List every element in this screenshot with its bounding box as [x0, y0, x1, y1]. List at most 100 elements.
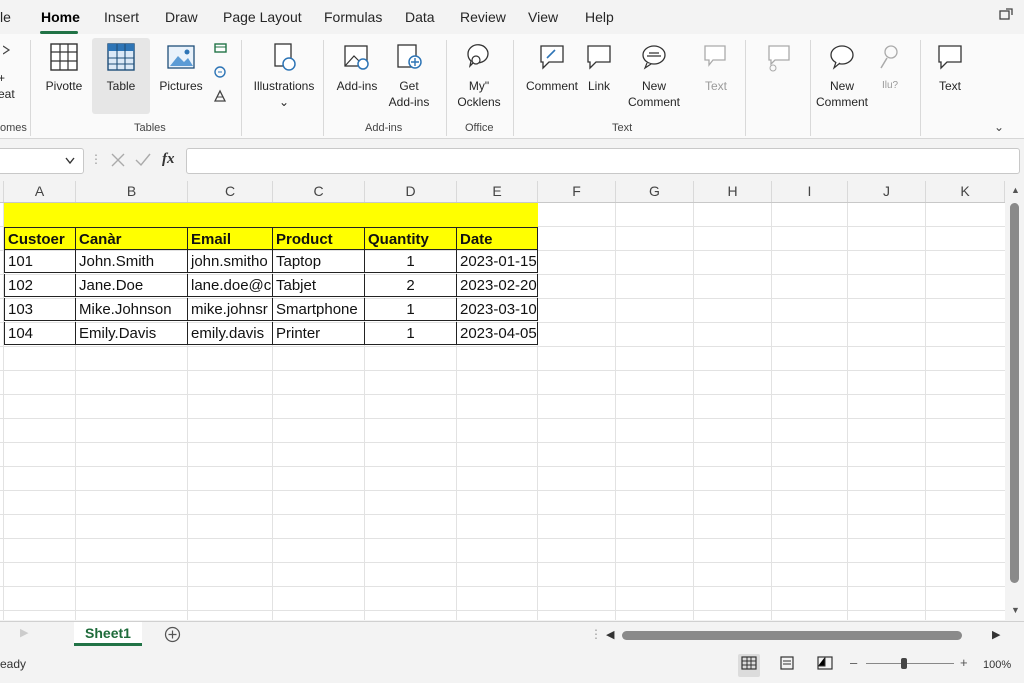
spreadsheet-grid[interactable]: Custoer Canàr Email Product Quantity Dat…: [0, 203, 1005, 620]
column-header[interactable]: A: [4, 181, 76, 202]
enter-icon[interactable]: [134, 152, 152, 173]
table-cell[interactable]: 101: [4, 250, 76, 273]
insert-function-button[interactable]: fx: [162, 151, 175, 168]
highlighted-title-row[interactable]: [4, 203, 538, 227]
pictures-button[interactable]: Pictures: [156, 42, 206, 94]
vertical-scroll-thumb[interactable]: [1010, 203, 1019, 583]
column-header[interactable]: C: [188, 181, 273, 202]
header-cell-quantity[interactable]: Quantity: [365, 227, 457, 250]
add-sheet-icon[interactable]: [164, 626, 181, 648]
table-button[interactable]: Table: [92, 38, 150, 114]
scroll-down-icon[interactable]: ▼: [1011, 605, 1020, 615]
accessibility-button[interactable]: Ilu?: [872, 42, 908, 94]
scroll-left-icon[interactable]: ◀: [606, 628, 614, 641]
header-cell-name[interactable]: Canàr: [76, 227, 188, 250]
menu-file[interactable]: le: [0, 9, 11, 25]
zoom-slider-thumb[interactable]: [901, 658, 907, 669]
header-cell-customer[interactable]: Custoer: [4, 227, 76, 250]
table-cell[interactable]: 2: [365, 274, 457, 297]
zoom-out-button[interactable]: –: [850, 655, 857, 670]
menu-help[interactable]: Help: [585, 9, 614, 25]
formula-input[interactable]: [186, 148, 1020, 174]
share-dim-button[interactable]: [758, 42, 798, 78]
zoom-in-button[interactable]: +: [960, 655, 968, 670]
table-cell[interactable]: Smartphone: [273, 298, 365, 321]
name-box[interactable]: [0, 148, 84, 174]
header-cell-product[interactable]: Product: [273, 227, 365, 250]
shapes-icon[interactable]: [213, 42, 229, 61]
models-icon[interactable]: [213, 89, 229, 108]
text-button[interactable]: Text: [930, 42, 970, 94]
new-comment-button[interactable]: New Comment: [624, 42, 684, 110]
column-header[interactable]: F: [538, 181, 616, 202]
new-comment-2-button[interactable]: New Comment: [814, 42, 870, 110]
column-header[interactable]: H: [694, 181, 772, 202]
table-cell[interactable]: Taptop: [273, 250, 365, 273]
table-cell[interactable]: 104: [4, 322, 76, 345]
menu-insert[interactable]: Insert: [104, 9, 139, 25]
menu-draw[interactable]: Draw: [165, 9, 198, 25]
column-header[interactable]: J: [848, 181, 926, 202]
page-break-view-icon[interactable]: [817, 656, 833, 675]
tab-scroll-next-icon[interactable]: ▶: [20, 626, 28, 639]
left-partial-button[interactable]: + eat: [0, 42, 20, 102]
horizontal-scroll-thumb[interactable]: [622, 631, 962, 640]
get-addins-button[interactable]: Get Add-ins: [386, 42, 432, 110]
column-header[interactable]: B: [76, 181, 188, 202]
collapse-ribbon-icon[interactable]: ⌄: [994, 120, 1004, 134]
menu-page-layout[interactable]: Page Layout: [223, 9, 302, 25]
menu-view[interactable]: View: [528, 9, 558, 25]
cancel-icon[interactable]: [110, 152, 126, 173]
menu-data[interactable]: Data: [405, 9, 435, 25]
table-cell[interactable]: John.Smith: [76, 250, 188, 273]
table-cell[interactable]: 1: [365, 322, 457, 345]
normal-view-icon[interactable]: [738, 654, 760, 677]
table-cell[interactable]: Mike.Johnson: [76, 298, 188, 321]
table-cell[interactable]: 2023-03-10: [457, 298, 538, 321]
link-button[interactable]: Link: [584, 42, 614, 94]
addins-button[interactable]: Add-ins: [332, 42, 382, 94]
table-cell[interactable]: 1: [365, 298, 457, 321]
table-cell[interactable]: 2023-02-20: [457, 274, 538, 297]
scroll-up-icon[interactable]: ▲: [1011, 185, 1020, 195]
table-cell[interactable]: Jane.Doe: [76, 274, 188, 297]
column-header[interactable]: I: [772, 181, 848, 202]
zoom-level[interactable]: 100%: [983, 659, 1011, 671]
ribbon-separator: [745, 40, 746, 136]
table-cell[interactable]: 2023-04-05: [457, 322, 538, 345]
menu-home[interactable]: Home: [41, 9, 80, 25]
tab-splitter-icon[interactable]: ⋮: [590, 627, 602, 641]
table-cell[interactable]: emily.davis: [188, 322, 273, 345]
header-cell-date[interactable]: Date: [457, 227, 538, 250]
table-cell[interactable]: mike.johnsr: [188, 298, 273, 321]
table-cell[interactable]: 2023-01-15: [457, 250, 538, 273]
table-cell[interactable]: lane.doe@c: [188, 274, 273, 297]
table-cell[interactable]: 1: [365, 250, 457, 273]
column-header[interactable]: C: [273, 181, 365, 202]
table-cell[interactable]: Emily.Davis: [76, 322, 188, 345]
column-header[interactable]: K: [926, 181, 1005, 202]
my-office-button[interactable]: My" Ocklens: [456, 42, 502, 110]
illustrations-button[interactable]: Illustrations ⌄: [252, 42, 316, 110]
comment-button[interactable]: Comment: [524, 42, 580, 94]
table-cell[interactable]: john.smitho: [188, 250, 273, 273]
menu-formulas[interactable]: Formulas: [324, 9, 382, 25]
column-header[interactable]: G: [616, 181, 694, 202]
zoom-slider-track[interactable]: [866, 663, 954, 664]
table-cell[interactable]: 102: [4, 274, 76, 297]
column-header[interactable]: E: [457, 181, 538, 202]
menu-review[interactable]: Review: [460, 9, 506, 25]
text-dim-button[interactable]: Text: [698, 42, 734, 94]
tab-sheet1[interactable]: Sheet1: [74, 622, 142, 646]
table-cell[interactable]: 103: [4, 298, 76, 321]
share-icon[interactable]: [998, 8, 1014, 29]
page-layout-view-icon[interactable]: [779, 656, 795, 675]
scroll-right-icon[interactable]: ▶: [992, 628, 1000, 641]
header-cell-email[interactable]: Email: [188, 227, 273, 250]
column-header[interactable]: D: [365, 181, 457, 202]
icons-icon[interactable]: [213, 65, 229, 84]
pivottable-button[interactable]: Pivotte: [40, 42, 88, 94]
vertical-scrollbar[interactable]: ▲ ▼: [1006, 181, 1024, 621]
table-cell[interactable]: Tabjet: [273, 274, 365, 297]
table-cell[interactable]: Printer: [273, 322, 365, 345]
